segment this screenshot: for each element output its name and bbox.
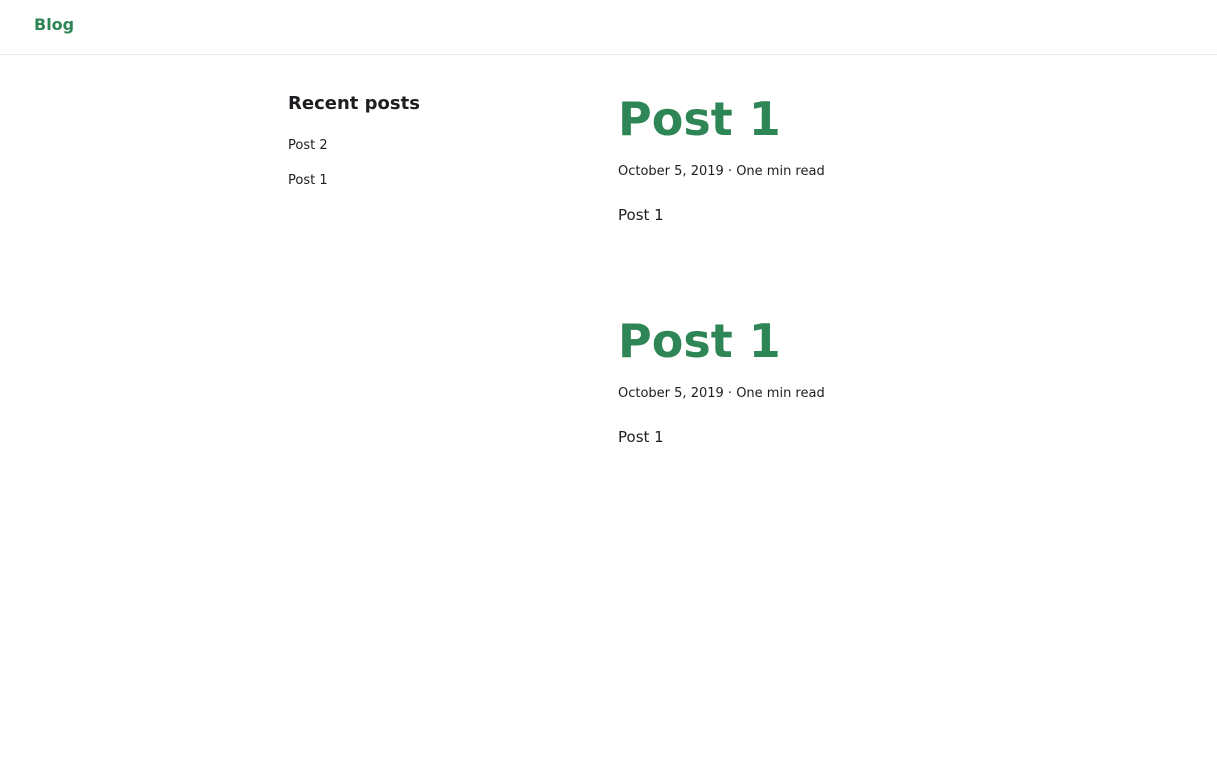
post-meta: October 5, 2019 · One min read [618,164,1178,180]
post-card: Post 1 October 5, 2019 · One min read Po… [618,310,1178,532]
meta-separator: · [727,386,737,401]
post-meta: October 5, 2019 · One min read [618,386,1178,402]
sidebar-title: Recent posts [288,93,420,114]
post-list: Post 1 October 5, 2019 · One min read Po… [618,88,1178,532]
list-item: Post 2 [288,136,548,171]
post-date: October 5, 2019 [618,164,724,179]
post-body: Post 1 [618,206,664,224]
brand-link[interactable]: Blog [34,14,74,36]
sidebar-item-post-1[interactable]: Post 1 [288,173,328,188]
navbar: Blog [0,0,1217,55]
post-read-time: One min read [736,164,825,179]
post-body: Post 1 [618,428,664,446]
post-date: October 5, 2019 [618,386,724,401]
recent-posts-sidebar: Recent posts Post 2 Post 1 [288,90,548,206]
post-read-time: One min read [736,386,825,401]
sidebar-item-post-2[interactable]: Post 2 [288,138,328,153]
post-title-link[interactable]: Post 1 [618,88,1178,150]
recent-posts-list: Post 2 Post 1 [288,136,548,206]
list-item: Post 1 [288,171,548,206]
post-title-link[interactable]: Post 1 [618,310,1178,372]
post-card: Post 1 October 5, 2019 · One min read Po… [618,88,1178,310]
meta-separator: · [727,164,737,179]
